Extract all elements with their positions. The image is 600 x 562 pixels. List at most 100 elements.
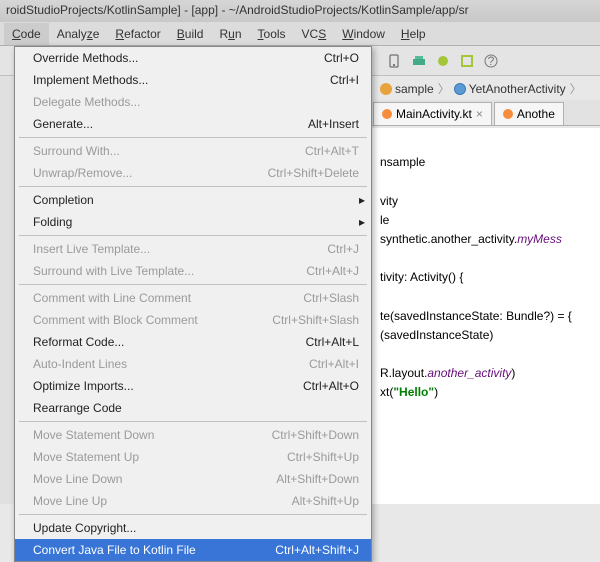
chevron-right-icon: ▸ — [359, 215, 365, 229]
svg-text:?: ? — [488, 54, 495, 68]
menu-item-comment-with-block-comment: Comment with Block Comment Ctrl+Shift+Sla… — [15, 309, 371, 331]
breadcrumb-item[interactable]: sample — [380, 82, 434, 96]
tab-mainactivity[interactable]: MainActivity.kt × — [373, 102, 492, 125]
menu-item-implement-methods[interactable]: Implement Methods... Ctrl+I — [15, 69, 371, 91]
menu-item-rearrange-code[interactable]: Rearrange Code — [15, 397, 371, 419]
menu-item-shortcut: Ctrl+O — [324, 51, 359, 65]
code-menu-dropdown: Override Methods... Ctrl+O Implement Metho… — [14, 46, 372, 562]
ddms-icon[interactable] — [458, 52, 476, 70]
close-icon[interactable]: × — [476, 107, 483, 121]
menu-item-shortcut: Ctrl+Slash — [303, 291, 359, 305]
menu-item-shortcut: Ctrl+Alt+T — [305, 144, 359, 158]
package-icon — [380, 83, 392, 95]
menu-item-shortcut: Ctrl+I — [330, 73, 359, 87]
menu-tools[interactable]: Tools — [250, 23, 294, 45]
menu-item-label: Generate... — [33, 117, 93, 131]
menu-window[interactable]: Window — [334, 23, 393, 45]
class-icon — [454, 83, 466, 95]
menu-item-override-methods[interactable]: Override Methods... Ctrl+O — [15, 47, 371, 69]
menu-item-label: Move Line Down — [33, 472, 122, 486]
menu-item-label: Comment with Line Comment — [33, 291, 191, 305]
avd-manager-icon[interactable] — [386, 52, 404, 70]
sdk-manager-icon[interactable] — [410, 52, 428, 70]
kotlin-file-icon — [382, 109, 392, 119]
menu-item-generate[interactable]: Generate... Alt+Insert — [15, 113, 371, 135]
menu-separator — [19, 421, 367, 422]
menu-code[interactable]: Code — [4, 23, 49, 45]
menu-item-label: Insert Live Template... — [33, 242, 150, 256]
help-icon[interactable]: ? — [482, 52, 500, 70]
menu-item-comment-with-line-comment: Comment with Line Comment Ctrl+Slash — [15, 287, 371, 309]
menu-item-shortcut: Ctrl+Shift+Slash — [272, 313, 359, 327]
menu-help[interactable]: Help — [393, 23, 434, 45]
menu-item-label: Delegate Methods... — [33, 95, 140, 109]
menubar: Code Analyze Refactor Build Run Tools VC… — [0, 22, 600, 46]
menu-item-shortcut: Ctrl+Shift+Up — [287, 450, 359, 464]
menu-item-shortcut: Ctrl+J — [327, 242, 359, 256]
menu-item-shortcut: Ctrl+Alt+I — [309, 357, 359, 371]
kotlin-file-icon — [503, 109, 513, 119]
menu-separator — [19, 186, 367, 187]
menu-item-label: Update Copyright... — [33, 521, 136, 535]
menu-item-unwrap-remove: Unwrap/Remove... Ctrl+Shift+Delete — [15, 162, 371, 184]
menu-item-surround-with: Surround With... Ctrl+Alt+T — [15, 140, 371, 162]
menu-item-move-statement-down: Move Statement Down Ctrl+Shift+Down — [15, 424, 371, 446]
breadcrumb-item[interactable]: YetAnotherActivity — [454, 82, 566, 96]
menu-item-shortcut: Alt+Shift+Down — [276, 472, 359, 486]
android-icon[interactable] — [434, 52, 452, 70]
menu-item-label: Folding — [33, 215, 72, 229]
menu-item-surround-with-live-template: Surround with Live Template... Ctrl+Alt+J — [15, 260, 371, 282]
menu-item-shortcut: Ctrl+Alt+O — [303, 379, 359, 393]
menu-item-label: Move Statement Down — [33, 428, 154, 442]
menu-item-label: Convert Java File to Kotlin File — [33, 543, 196, 557]
menu-item-shortcut: Ctrl+Shift+Delete — [268, 166, 359, 180]
tab-another[interactable]: Anothe — [494, 102, 564, 125]
menu-item-move-statement-up: Move Statement Up Ctrl+Shift+Up — [15, 446, 371, 468]
menu-item-label: Reformat Code... — [33, 335, 124, 349]
menu-item-folding[interactable]: Folding ▸ — [15, 211, 371, 233]
menu-item-shortcut: Ctrl+Shift+Down — [272, 428, 359, 442]
menu-item-label: Auto-Indent Lines — [33, 357, 127, 371]
menu-item-label: Override Methods... — [33, 51, 138, 65]
menu-item-label: Move Line Up — [33, 494, 107, 508]
menu-separator — [19, 284, 367, 285]
menu-item-label: Rearrange Code — [33, 401, 122, 415]
menu-item-label: Comment with Block Comment — [33, 313, 198, 327]
menu-item-label: Surround with Live Template... — [33, 264, 194, 278]
menu-item-label: Completion — [33, 193, 94, 207]
menu-item-convert-java-file-to-kotlin-file[interactable]: Convert Java File to Kotlin File Ctrl+Alt… — [15, 539, 371, 561]
menu-item-auto-indent-lines: Auto-Indent Lines Ctrl+Alt+I — [15, 353, 371, 375]
code-editor[interactable]: nsample vity le synthetic.another_activi… — [370, 128, 600, 504]
menu-item-shortcut: Ctrl+Alt+Shift+J — [275, 543, 359, 557]
menu-item-reformat-code[interactable]: Reformat Code... Ctrl+Alt+L — [15, 331, 371, 353]
menu-item-shortcut: Alt+Insert — [308, 117, 359, 131]
menu-refactor[interactable]: Refactor — [107, 23, 168, 45]
menu-separator — [19, 137, 367, 138]
menu-build[interactable]: Build — [169, 23, 212, 45]
menu-item-delegate-methods: Delegate Methods... — [15, 91, 371, 113]
menu-item-move-line-up: Move Line Up Alt+Shift+Up — [15, 490, 371, 512]
window-title: roidStudioProjects/KotlinSample] - [app]… — [6, 3, 469, 17]
menu-separator — [19, 235, 367, 236]
menu-item-label: Implement Methods... — [33, 73, 148, 87]
menu-item-label: Optimize Imports... — [33, 379, 134, 393]
menu-item-shortcut: Ctrl+Alt+L — [306, 335, 359, 349]
menu-separator — [19, 514, 367, 515]
menu-item-optimize-imports[interactable]: Optimize Imports... Ctrl+Alt+O — [15, 375, 371, 397]
menu-item-shortcut: Alt+Shift+Up — [292, 494, 359, 508]
chevron-right-icon: 〉 — [570, 80, 582, 97]
menu-item-completion[interactable]: Completion ▸ — [15, 189, 371, 211]
menu-vcs[interactable]: VCS — [294, 23, 335, 45]
menu-item-update-copyright[interactable]: Update Copyright... — [15, 517, 371, 539]
menu-item-insert-live-template: Insert Live Template... Ctrl+J — [15, 238, 371, 260]
menu-item-label: Surround With... — [33, 144, 120, 158]
window-titlebar: roidStudioProjects/KotlinSample] - [app]… — [0, 0, 600, 22]
menu-run[interactable]: Run — [211, 23, 249, 45]
menu-item-label: Move Statement Up — [33, 450, 139, 464]
menu-analyze[interactable]: Analyze — [49, 23, 108, 45]
menu-item-shortcut: Ctrl+Alt+J — [306, 264, 359, 278]
menu-item-label: Unwrap/Remove... — [33, 166, 132, 180]
menu-item-move-line-down: Move Line Down Alt+Shift+Down — [15, 468, 371, 490]
chevron-right-icon: ▸ — [359, 193, 365, 207]
chevron-right-icon: 〉 — [438, 80, 450, 97]
